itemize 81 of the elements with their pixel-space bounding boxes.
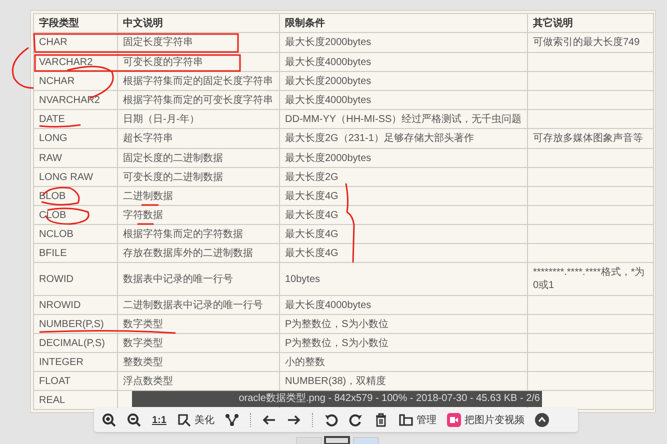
table-cell: 整数类型 <box>118 352 280 372</box>
table-cell: DD-MM-YY（HH-MI-SS）经过严格测试，无千虫问题 <box>280 110 528 128</box>
table-cell: 二进制数据 <box>118 186 280 206</box>
toolbar-button[interactable]: 把图片变视频 <box>464 412 524 428</box>
table-cell: 可变长度的二进制数据 <box>118 168 280 186</box>
pen-underline <box>141 204 159 206</box>
thumbnail <box>353 437 379 444</box>
toolbar-button[interactable]: 美化 <box>194 412 214 428</box>
folder-icon[interactable] <box>399 413 414 427</box>
table-cell: 最大长度4000bytes <box>280 52 528 72</box>
toolbar-button[interactable]: 管理 <box>416 412 436 428</box>
table-cell: LONG <box>34 128 118 148</box>
table-cell: 数字类型 <box>118 334 280 352</box>
table-cell: ROWID <box>34 262 118 296</box>
right-arrow-icon[interactable] <box>287 413 302 427</box>
table-cell: NCLOB <box>34 224 118 244</box>
table-cell: 可做索引的最大长度749 <box>528 32 654 52</box>
video-camera-icon[interactable] <box>447 413 462 427</box>
column-header: 字段类型 <box>34 14 118 32</box>
table-cell: 小的整数 <box>280 352 528 372</box>
table-cell: NCHAR <box>34 72 118 90</box>
table-cell: 存放在数据库外的二进制数据 <box>118 244 280 262</box>
left-arrow-icon[interactable] <box>262 413 276 427</box>
table-cell: 最大长度4000bytes <box>280 90 528 110</box>
table-cell: 最大长度2G（231-1）足够存储大部头著作 <box>280 128 528 148</box>
table-cell: 超长字符串 <box>118 128 280 148</box>
table-cell: NROWID <box>34 296 118 314</box>
pen-underline <box>39 124 81 128</box>
table-cell: LONG RAW <box>34 168 118 186</box>
zoom-out-icon[interactable] <box>127 413 141 427</box>
table-cell: 二进制数据表中记录的唯一行号 <box>118 296 280 314</box>
table-cell: BLOB <box>34 186 118 206</box>
table-cell: 最大长度2000bytes <box>280 72 528 90</box>
rotate-right-icon[interactable] <box>349 413 364 427</box>
column-header: 中文说明 <box>118 14 280 32</box>
pen-underline <box>137 223 154 225</box>
trash-icon[interactable] <box>374 413 388 427</box>
pen-curve <box>12 47 34 89</box>
table-cell: VARCHAR2 <box>34 52 118 72</box>
table-cell: CHAR <box>34 32 118 52</box>
table-cell: 最大长度4G <box>280 244 528 262</box>
table-cell: 根据字符集而定的可变长度字符串 <box>118 90 280 110</box>
column-header: 其它说明 <box>528 14 654 32</box>
table-cell: 最大长度2000bytes <box>280 32 528 52</box>
table-cell: 固定长度的二进制数据 <box>118 148 280 168</box>
table-cell: P为整数位，S为小数位 <box>280 334 528 352</box>
table-cell: 数字类型 <box>118 314 280 334</box>
table-cell: 数据表中记录的唯一行号 <box>118 262 280 296</box>
table-cell: FLOAT <box>34 372 118 390</box>
brush-icon[interactable] <box>177 413 192 427</box>
table-cell: 10bytes <box>280 262 528 296</box>
table-cell: DATE <box>34 110 118 128</box>
thumbnail <box>324 436 350 444</box>
caret-up-icon[interactable] <box>535 413 550 427</box>
actual-size-button[interactable]: 1:1 <box>152 412 166 428</box>
thumbnail <box>296 437 322 444</box>
image-info-caption: oracle数据类型.png - 842x579 - 100% - 2018-07-30 - 45.63 KB - 2/6 <box>132 391 542 407</box>
table-cell: 根据字符集而定的字符数据 <box>118 224 280 244</box>
zoom-in-icon[interactable] <box>102 413 116 427</box>
table-cell: 字符数据 <box>118 206 280 224</box>
table-cell: RAW <box>34 148 118 168</box>
table-cell: 最大长度4G <box>280 206 528 224</box>
table-cell: NUMBER(P,S) <box>34 314 118 334</box>
table-cell: BFILE <box>34 244 118 262</box>
table-cell: 最大长度4G <box>280 224 528 244</box>
table-cell: 可存放多媒体图象声音等 <box>528 128 654 148</box>
table-cell: 最大长度4G <box>280 186 528 206</box>
table-cell: INTEGER <box>34 352 118 372</box>
table-cell: DECIMAL(P,S) <box>34 334 118 352</box>
table-cell: 最大长度2000bytes <box>280 148 528 168</box>
rotate-left-icon[interactable] <box>324 413 338 427</box>
table-cell: 最大长度4000bytes <box>280 296 528 314</box>
column-header: 限制条件 <box>280 14 528 32</box>
table-cell: 日期（日-月-年） <box>118 110 280 128</box>
table-cell: NVARCHAR2 <box>34 90 118 110</box>
table-cell: 最大长度2G <box>280 168 528 186</box>
table-cell: ********.****.****格式，*为0或1 <box>528 262 654 296</box>
table-cell: 根据字符集而定的固定长度字符串 <box>118 72 280 90</box>
table-cell: P为整数位，S为小数位 <box>280 314 528 334</box>
table-cell: CLOB <box>34 206 118 224</box>
share-icon[interactable] <box>225 413 240 427</box>
